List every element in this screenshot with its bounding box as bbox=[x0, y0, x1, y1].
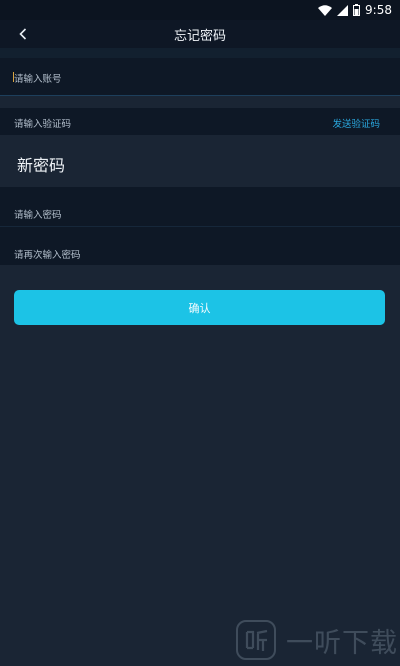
password-input-placeholder: 请输入密码 bbox=[14, 210, 62, 221]
account-input-placeholder: 请输入账号 bbox=[14, 74, 62, 85]
section-title: 新密码 bbox=[17, 156, 66, 175]
confirm-button[interactable]: 确认 bbox=[14, 290, 385, 325]
status-time: 9:58 bbox=[365, 3, 392, 17]
new-password-section-header: 新密码 bbox=[0, 135, 400, 187]
page-title: 忘记密码 bbox=[173, 29, 226, 44]
account-field[interactable]: 请输入账号 bbox=[0, 58, 400, 96]
wifi-icon bbox=[318, 4, 333, 16]
cellular-signal-icon bbox=[337, 4, 349, 16]
top-spacer bbox=[0, 48, 400, 58]
status-bar: 9:58 bbox=[0, 0, 400, 20]
code-input-placeholder: 请输入验证码 bbox=[14, 119, 72, 130]
send-code-button[interactable]: 发送验证码 bbox=[332, 116, 380, 130]
watermark-logo-icon bbox=[236, 620, 276, 660]
confirm-button-label: 确认 bbox=[188, 301, 211, 315]
battery-icon bbox=[353, 4, 361, 16]
watermark: 一听下载 bbox=[236, 620, 398, 660]
verification-code-field[interactable]: 请输入验证码 发送验证码 bbox=[0, 108, 400, 135]
app-bar: 忘记密码 bbox=[0, 20, 400, 48]
confirm-password-input-placeholder: 请再次输入密码 bbox=[14, 250, 81, 261]
password-field[interactable]: 请输入密码 bbox=[0, 187, 400, 227]
confirm-password-field[interactable]: 请再次输入密码 bbox=[0, 227, 400, 265]
status-icons: 9:58 bbox=[318, 2, 392, 18]
watermark-text: 一听下载 bbox=[286, 627, 398, 659]
